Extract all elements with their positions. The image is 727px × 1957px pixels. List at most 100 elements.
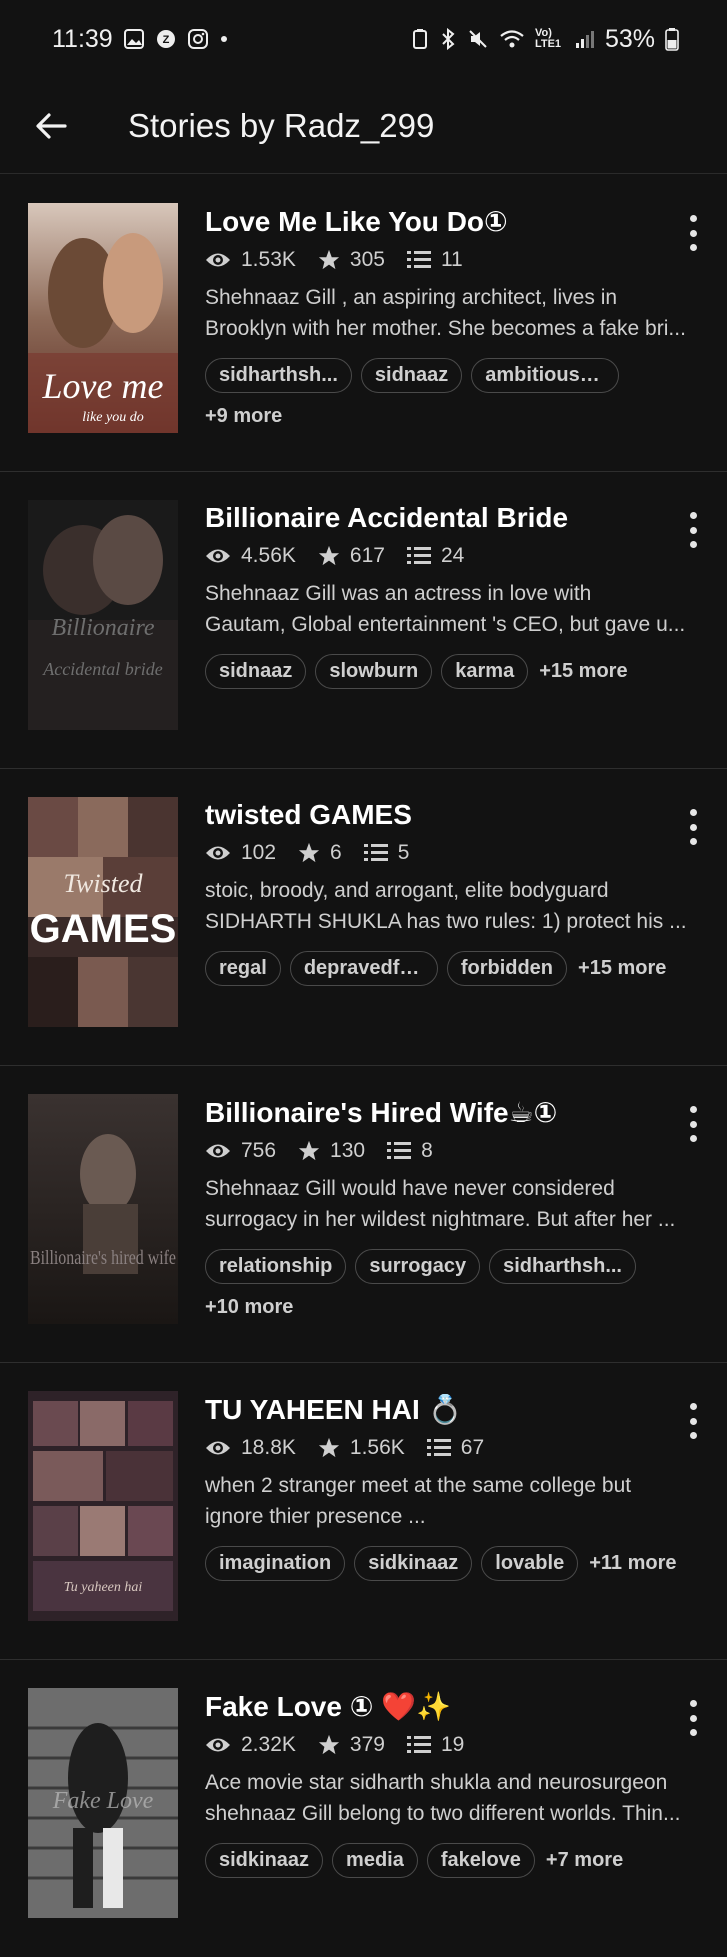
- stars-stat: 617: [318, 544, 385, 568]
- tag-chip[interactable]: sidnaaz: [205, 654, 307, 689]
- tag-chip[interactable]: sidharthsh...: [205, 358, 352, 393]
- back-button[interactable]: [26, 101, 76, 151]
- more-tags-link[interactable]: +9 more: [205, 405, 675, 428]
- page-title: Stories by Radz_299: [128, 106, 435, 144]
- list-icon: [363, 844, 388, 861]
- cover-title-text: GAMES: [30, 907, 177, 951]
- cover-title-text: Fake Love: [52, 1788, 154, 1814]
- tag-chip[interactable]: sidkinaaz: [205, 1843, 324, 1878]
- battery-icon: [665, 27, 679, 51]
- story-title[interactable]: TU YAHEEN HAI 💍: [205, 1393, 675, 1426]
- description-line: when 2 stranger meet at the same college…: [205, 1474, 632, 1497]
- story-stats: 756 130 8: [205, 1139, 675, 1163]
- eye-icon: [206, 253, 230, 267]
- list-icon: [426, 1439, 451, 1456]
- parts-stat: 67: [426, 1436, 484, 1460]
- views-count: 4.56K: [241, 544, 296, 567]
- tag-chip[interactable]: relationship: [205, 1249, 347, 1284]
- story-overflow-menu-button[interactable]: [683, 1106, 703, 1142]
- tag-chip[interactable]: forbidden: [446, 951, 568, 986]
- story-item[interactable]: Tu yaheen hai TU YAHEEN HAI 💍 18.8K 1.56…: [0, 1363, 727, 1660]
- tag-chip[interactable]: sidkinaaz: [354, 1546, 473, 1581]
- arrow-left-icon: [36, 112, 67, 139]
- stars-stat: 130: [298, 1139, 365, 1163]
- tag-chip[interactable]: media: [332, 1843, 418, 1878]
- story-title[interactable]: Fake Love ① ❤️✨: [205, 1690, 675, 1723]
- story-overflow-menu-button[interactable]: [683, 1403, 703, 1439]
- story-item[interactable]: Billionaire's hired wife Billionaire's H…: [0, 1066, 727, 1363]
- star-icon: [318, 249, 339, 270]
- views-count: 756: [241, 1139, 277, 1162]
- story-cover-image[interactable]: Twisted GAMES: [28, 797, 178, 1027]
- tag-chip[interactable]: ambitiousg...: [471, 358, 620, 393]
- stars-count: 130: [330, 1139, 366, 1162]
- views-count: 102: [241, 841, 277, 864]
- more-tags-link[interactable]: +7 more: [544, 1844, 625, 1877]
- story-title[interactable]: twisted GAMES: [205, 799, 675, 831]
- story-cover-image[interactable]: Love me like you do: [28, 203, 178, 433]
- story-cover-image[interactable]: Tu yaheen hai: [28, 1391, 178, 1621]
- description-line: Shehnaaz Gill would have never considere…: [205, 1177, 615, 1200]
- story-description: when 2 stranger meet at the same college…: [205, 1470, 700, 1532]
- story-item[interactable]: Love me like you do Love Me Like You Do①…: [0, 175, 727, 472]
- tag-chip[interactable]: fakelove: [426, 1843, 535, 1878]
- story-title[interactable]: Billionaire Accidental Bride: [205, 502, 675, 534]
- more-vert-icon: [689, 1106, 697, 1113]
- story-item[interactable]: Twisted GAMES twisted GAMES 102 6 5 stoi…: [0, 769, 727, 1066]
- battery-saver-icon: [411, 28, 429, 50]
- story-item[interactable]: Fake Love Fake Love ① ❤️✨ 2.32K 379 19 A…: [0, 1660, 727, 1957]
- description-line: Brooklyn with her mother. She becomes a …: [205, 317, 686, 340]
- parts-stat: 19: [406, 1733, 464, 1757]
- stars-stat: 379: [318, 1733, 385, 1757]
- parts-stat: 5: [363, 841, 409, 865]
- story-cover-image[interactable]: Billionaire Accidental bride: [28, 500, 178, 730]
- network-type-label: Vo) LTE1: [534, 27, 562, 50]
- eye-icon: [206, 1441, 230, 1455]
- tag-chip[interactable]: depravedfa...: [289, 951, 438, 986]
- views-stat: 2.32K: [205, 1733, 296, 1757]
- tag-chip[interactable]: lovable: [481, 1546, 579, 1581]
- status-left: 11:39 Z: [52, 25, 229, 54]
- stars-stat: 1.56K: [318, 1436, 405, 1460]
- story-overflow-menu-button[interactable]: [683, 215, 703, 251]
- story-title[interactable]: Billionaire's Hired Wife☕①: [205, 1096, 675, 1129]
- story-info: Fake Love ① ❤️✨ 2.32K 379 19 Ace movie s…: [205, 1690, 681, 1878]
- story-item[interactable]: Billionaire Accidental bride Billionaire…: [0, 472, 727, 769]
- story-title[interactable]: Love Me Like You Do①: [205, 205, 675, 238]
- more-tags-link[interactable]: +11 more: [587, 1547, 678, 1580]
- battery-percent: 53%: [604, 24, 655, 53]
- tag-chip[interactable]: slowburn: [315, 654, 433, 689]
- parts-stat: 24: [406, 544, 464, 568]
- tag-chip[interactable]: sidharthsh...: [489, 1249, 636, 1284]
- list-icon: [387, 1142, 412, 1159]
- story-overflow-menu-button[interactable]: [683, 512, 703, 548]
- description-line: stoic, broody, and arrogant, elite bodyg…: [205, 879, 609, 902]
- views-stat: 102: [205, 841, 276, 865]
- stars-count: 6: [330, 841, 342, 864]
- tag-chip[interactable]: surrogacy: [355, 1249, 481, 1284]
- more-vert-icon: [689, 1403, 697, 1410]
- eye-icon: [206, 846, 230, 860]
- tag-chip[interactable]: regal: [205, 951, 281, 986]
- tag-chip[interactable]: sidnaaz: [360, 358, 463, 393]
- parts-stat: 11: [406, 248, 463, 272]
- story-stats: 1.53K 305 11: [205, 248, 675, 272]
- more-vert-icon: [689, 1700, 697, 1707]
- story-cover-image[interactable]: Fake Love: [28, 1688, 178, 1918]
- tag-chip[interactable]: karma: [441, 654, 529, 689]
- tag-chip[interactable]: imagination: [205, 1546, 346, 1581]
- story-overflow-menu-button[interactable]: [683, 1700, 703, 1736]
- description-line: shehnaaz Gill belong to two different wo…: [205, 1802, 681, 1825]
- more-tags-link[interactable]: +15 more: [576, 952, 668, 985]
- tag-list: imagination sidkinaaz lovable +11 more: [205, 1546, 715, 1581]
- description-line: ignore thier presence ...: [205, 1505, 426, 1528]
- story-cover-image[interactable]: Billionaire's hired wife: [28, 1094, 178, 1324]
- story-overflow-menu-button[interactable]: [683, 809, 703, 845]
- more-vert-icon: [689, 215, 697, 222]
- more-tags-link[interactable]: +15 more: [537, 655, 629, 688]
- more-tags-link[interactable]: +10 more: [205, 1296, 675, 1319]
- wifi-icon: [499, 28, 525, 50]
- stars-count: 379: [349, 1733, 385, 1756]
- stars-count: 1.56K: [349, 1436, 405, 1459]
- views-stat: 18.8K: [205, 1436, 296, 1460]
